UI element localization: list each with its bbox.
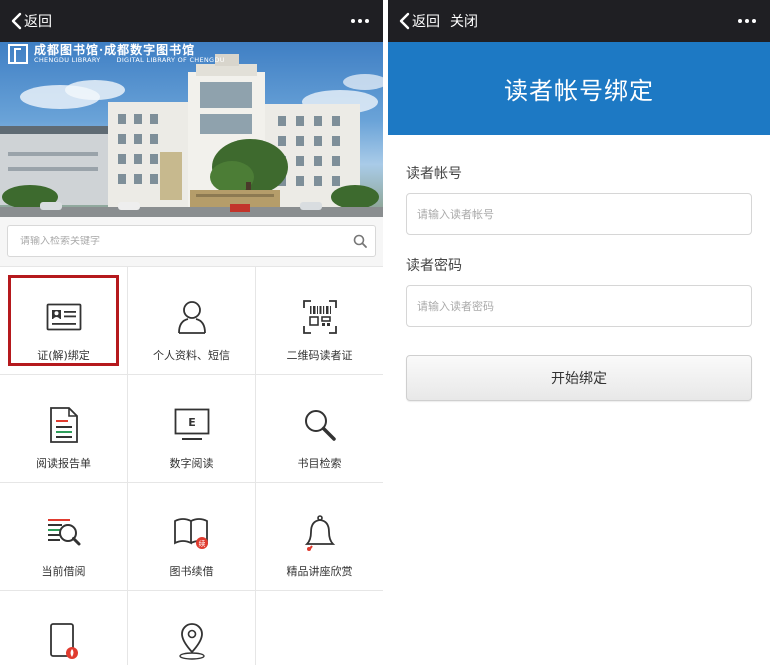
menu-item-reading-report[interactable]: 阅读报告单 <box>0 375 127 482</box>
borrow-list-search-icon <box>44 513 84 553</box>
account-binding-screen: 返回 关闭 读者帐号绑定 读者帐号 读者密码 开始绑定 <box>388 0 770 665</box>
search-icon[interactable] <box>353 234 367 248</box>
menu-item-profile-sms[interactable]: 个人资料、短信 <box>128 267 255 374</box>
menu-item-label: 图书续借 <box>169 565 214 578</box>
e-reader-icon: E <box>172 405 212 445</box>
menu-item-label: 书目检索 <box>297 457 342 470</box>
start-binding-button[interactable]: 开始绑定 <box>406 355 752 401</box>
search-input[interactable] <box>20 235 353 247</box>
logo-english-text: CHENGDU LIBRARY DIGITAL LIBRARY OF CHENGD… <box>34 55 225 64</box>
page-title: 读者帐号绑定 <box>504 77 654 105</box>
account-field: 读者帐号 <box>406 163 752 235</box>
menu-item-label: 证(解)绑定 <box>37 349 90 362</box>
id-card-icon <box>44 297 84 337</box>
qr-code-icon <box>300 297 340 337</box>
menu-item-card-binding[interactable]: 证(解)绑定 <box>0 267 127 374</box>
menu-item-label: 二维码读者证 <box>286 349 353 362</box>
back-button[interactable]: 返回 <box>10 11 52 31</box>
back-label: 返回 <box>412 14 440 30</box>
ebook-fire-icon <box>44 621 84 661</box>
magnifier-icon <box>300 405 340 445</box>
menu-item-label: 精品讲座欣赏 <box>286 565 353 578</box>
top-navbar: 返回 关闭 <box>388 0 770 42</box>
back-button[interactable]: 返回 <box>398 11 440 31</box>
menu-item-label: 当前借阅 <box>41 565 86 578</box>
library-home-screen: 返回 成都图书馆·成都数字图书馆 CHENGDU LIBRARY DIGITAL… <box>0 0 383 665</box>
password-field: 读者密码 <box>406 255 752 327</box>
menu-item-lectures[interactable]: 精品讲座欣赏 <box>256 483 383 590</box>
bell-icon <box>300 513 340 553</box>
library-building-photo <box>0 54 383 217</box>
menu-item-label: 数字阅读 <box>169 457 214 470</box>
library-banner: 成都图书馆·成都数字图书馆 CHENGDU LIBRARY DIGITAL LIB… <box>0 42 383 217</box>
menu-item-digital-reading[interactable]: E 数字阅读 <box>128 375 255 482</box>
menu-item-location[interactable] <box>128 591 255 665</box>
account-input[interactable] <box>406 193 752 235</box>
svg-text:续: 续 <box>198 539 205 548</box>
book-renew-icon: 续 <box>172 513 212 553</box>
library-logo: 成都图书馆·成都数字图书馆 CHENGDU LIBRARY DIGITAL LIB… <box>8 44 375 64</box>
report-document-icon <box>44 405 84 445</box>
location-pin-icon <box>172 621 212 661</box>
svg-text:E: E <box>188 416 196 429</box>
top-navbar: 返回 <box>0 0 383 42</box>
menu-item-qr-card[interactable]: 二维码读者证 <box>256 267 383 374</box>
function-menu-grid: 证(解)绑定 个人资料、短信 二维码读者证 阅读报告单 E 数字阅读 书目检索 … <box>0 266 383 665</box>
menu-item-catalog-search[interactable]: 书目检索 <box>256 375 383 482</box>
password-label: 读者密码 <box>406 258 462 274</box>
more-options-icon[interactable] <box>347 13 373 29</box>
close-button[interactable]: 关闭 <box>450 11 478 31</box>
account-label: 读者帐号 <box>406 166 462 182</box>
password-input[interactable] <box>406 285 752 327</box>
page-title-banner: 读者帐号绑定 <box>388 42 770 135</box>
search-bar <box>0 217 383 266</box>
menu-empty-cell <box>256 591 383 665</box>
menu-item-ebook-hot[interactable] <box>0 591 127 665</box>
back-label: 返回 <box>24 14 52 30</box>
search-box <box>7 225 376 257</box>
library-logo-icon <box>8 44 28 64</box>
more-options-icon[interactable] <box>734 13 760 29</box>
chevron-left-icon <box>399 12 410 30</box>
menu-item-book-renewal[interactable]: 续 图书续借 <box>128 483 255 590</box>
menu-item-label: 阅读报告单 <box>36 457 91 470</box>
binding-form: 读者帐号 读者密码 开始绑定 <box>388 135 770 401</box>
menu-item-label: 个人资料、短信 <box>153 349 230 362</box>
chevron-left-icon <box>11 12 22 30</box>
user-icon <box>172 297 212 337</box>
menu-item-current-borrowing[interactable]: 当前借阅 <box>0 483 127 590</box>
